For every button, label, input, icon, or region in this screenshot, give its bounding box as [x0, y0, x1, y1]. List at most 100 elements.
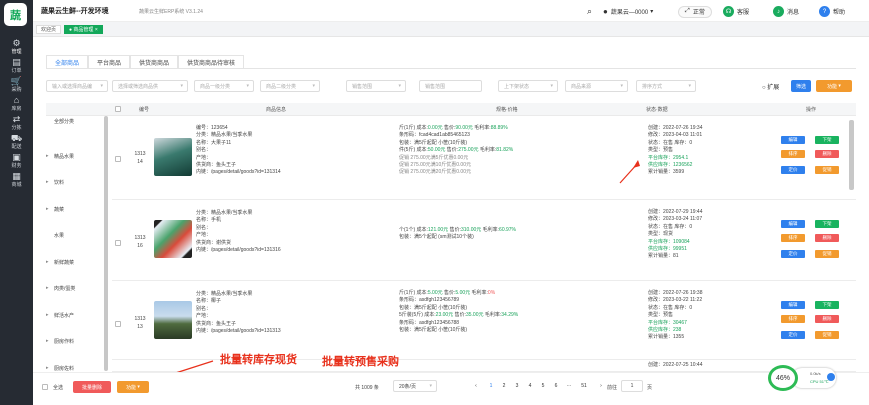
user-menu[interactable]: ● 蔬果云—0000 ▾: [603, 5, 653, 18]
help-button[interactable]: ? 帮助: [819, 5, 845, 18]
tab-2[interactable]: 供货商商品: [130, 55, 179, 68]
memory-gauge[interactable]: 46%: [768, 365, 798, 391]
sort-button[interactable]: 排序: [781, 150, 805, 158]
edit-button[interactable]: 编辑: [781, 136, 805, 144]
tab-1[interactable]: 平台商品: [88, 55, 131, 68]
page-button[interactable]: 2: [498, 380, 510, 392]
rail-item-5[interactable]: ⛟ 配送: [0, 133, 33, 150]
rail-item-0[interactable]: ⚙ 管理: [0, 38, 33, 55]
rail-item-2[interactable]: 🛒 采购: [0, 76, 33, 93]
category-label: 厨房作料: [54, 339, 75, 345]
page-button[interactable]: 51: [578, 380, 590, 392]
app-logo[interactable]: 蔬: [4, 3, 27, 26]
system-monitor[interactable]: 0.0k/s CPU 51℃: [792, 368, 836, 388]
delete-button[interactable]: 删除: [815, 315, 839, 323]
col-ops: 操作: [806, 107, 817, 113]
spec-line: 5斤装(5斤) 成本:23.00元 售价:35.00元 毛利率:34.29%: [399, 312, 518, 319]
sort-button[interactable]: 排序: [781, 234, 805, 242]
col-id: 编号: [139, 107, 150, 113]
category-scrollbar[interactable]: [104, 116, 108, 371]
edit-button[interactable]: 编辑: [781, 220, 805, 228]
spec-price: 斤(1斤) 成本:0.00元 售价:90.00元 毛利率:88.89% 条形码：f…: [399, 125, 513, 177]
chevron-right-icon: ▸: [46, 364, 49, 371]
supplier-select[interactable]: 选择或筛选商品供 ▾: [112, 80, 188, 92]
shelf-status-select[interactable]: 上下架状态 ▾: [498, 80, 558, 92]
row-checkbox[interactable]: [115, 321, 121, 327]
promo-button[interactable]: 促销: [815, 331, 839, 339]
delete-button[interactable]: 删除: [815, 234, 839, 242]
promo-button[interactable]: 促销: [815, 250, 839, 258]
close-icon[interactable]: ×: [95, 27, 98, 33]
next-page-button[interactable]: ›: [595, 380, 607, 392]
function-button[interactable]: 功能 ▾: [816, 80, 852, 92]
goto-input[interactable]: 1: [621, 380, 643, 392]
product-thumbnail[interactable]: [154, 301, 192, 339]
page-button[interactable]: 4: [524, 380, 536, 392]
page-button[interactable]: 6: [550, 380, 562, 392]
status-line: 平台库存：30467: [648, 319, 687, 326]
tab-0[interactable]: 全部商品: [46, 55, 89, 68]
footer-function-button[interactable]: 功能 ▾: [117, 381, 149, 393]
product-thumbnail[interactable]: [154, 220, 192, 258]
sales-range-select[interactable]: 销售范围 ▾: [346, 80, 406, 92]
status-line: 类型：现货: [648, 231, 674, 238]
col-status: 状态·数据: [646, 107, 668, 113]
header-checkbox[interactable]: [115, 106, 121, 112]
search-icon: ○: [762, 85, 766, 91]
tag-goods[interactable]: ● 商品管理 ×: [64, 25, 103, 34]
tag-home[interactable]: 欢迎页: [36, 25, 62, 34]
keyword-input[interactable]: 输入或选择商品编 ▾: [46, 80, 108, 92]
rail-item-4[interactable]: ⇄ 分拣: [0, 114, 33, 131]
prev-page-button[interactable]: ‹: [470, 380, 482, 392]
fullscreen-button[interactable]: ⤢ 正常: [678, 5, 712, 18]
app-version: 蔬果云生鲜ERP系统 V3.1.24: [139, 9, 203, 15]
spec-text: 促销 275.00元满5斤优惠0.00元: [399, 154, 469, 161]
offshelf-button[interactable]: 下架: [815, 136, 839, 144]
message-button[interactable]: ♪ 消息: [773, 5, 799, 18]
edit-button[interactable]: 编辑: [781, 301, 805, 309]
page-button[interactable]: ···: [563, 380, 575, 392]
product-info: 分类：精品水果/当季水果 名称：手机 别名： 产地： 供货商：谢供货 内链：/pages/…: [196, 210, 281, 254]
expand-toggle[interactable]: ○ 扩展: [762, 82, 779, 91]
offshelf-button[interactable]: 下架: [815, 220, 839, 228]
rail-item-6[interactable]: ▣ 财务: [0, 152, 33, 169]
category-level1-select[interactable]: 商品一级分类 ▾: [194, 80, 254, 92]
row-checkbox[interactable]: [115, 156, 121, 162]
page-button[interactable]: 3: [511, 380, 523, 392]
page-button[interactable]: 1: [485, 380, 497, 392]
promo-button[interactable]: 促销: [815, 166, 839, 174]
rail-item-1[interactable]: ▤ 订单: [0, 57, 33, 74]
footer-bar: 全选 批量删除 功能 ▾ 共 1009 条 20条/页 ▾ ‹ 1 2 3 4 5 6 ··· 5…: [33, 372, 869, 400]
delete-button[interactable]: 删除: [815, 150, 839, 158]
app-title: 蔬果云生鲜--开发环境: [41, 8, 109, 15]
row-checkbox[interactable]: [115, 240, 121, 246]
page-size-select[interactable]: 20条/页 ▾: [393, 380, 437, 392]
price-button[interactable]: 定价: [781, 166, 805, 174]
sort-select[interactable]: 排序方式 ▾: [636, 80, 696, 92]
table-scrollbar[interactable]: [849, 120, 854, 190]
page-button[interactable]: 5: [537, 380, 549, 392]
product-thumbnail[interactable]: [154, 138, 192, 176]
tab-3[interactable]: 供货商商品待审核: [178, 55, 245, 68]
filter-button[interactable]: 筛选: [791, 80, 811, 92]
spec-price: 个(1个) 成本:121.00元 售价:310.00元 毛利率:60.97% 包装…: [399, 227, 516, 242]
sort-button[interactable]: 排序: [781, 315, 805, 323]
rail-item-7[interactable]: ▦ 商城: [0, 171, 33, 188]
search-icon[interactable]: ⌕: [587, 5, 592, 18]
spec-text: 件(5斤) 成本:: [399, 147, 428, 154]
price-button[interactable]: 定价: [781, 331, 805, 339]
chevron-right-icon: ▸: [46, 205, 49, 212]
category-level2-select[interactable]: 商品二级分类 ▾: [260, 80, 320, 92]
price-button[interactable]: 定价: [781, 250, 805, 258]
margin-value: 0%: [487, 290, 496, 296]
tag-select[interactable]: 销售范围: [419, 80, 482, 92]
source-select[interactable]: 商品来源 ▾: [565, 80, 628, 92]
rail-item-3[interactable]: ⌂ 库房: [0, 95, 33, 112]
select-all-checkbox[interactable]: [42, 384, 48, 390]
batch-delete-button[interactable]: 批量删除: [73, 381, 111, 393]
info-line: 内链：/pages/detail/goods?id=131313: [196, 328, 281, 335]
offshelf-button[interactable]: 下架: [815, 301, 839, 309]
annotation-stock: 批量转库存现货: [220, 354, 297, 366]
service-button[interactable]: ☊ 客服: [723, 5, 749, 18]
price-value: 35.00元: [465, 312, 484, 319]
